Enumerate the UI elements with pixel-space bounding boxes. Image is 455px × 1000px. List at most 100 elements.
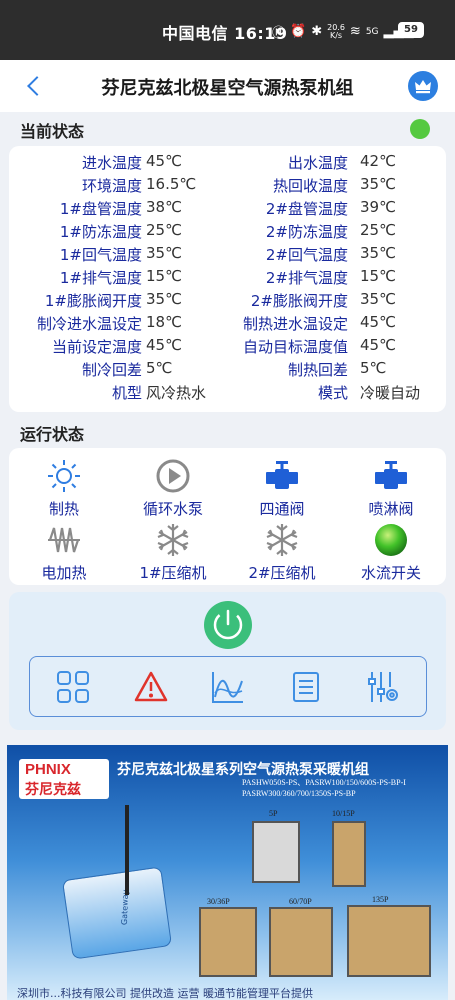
spray-valve-icon bbox=[373, 458, 409, 494]
param-row: 1#盘管温度 38℃ 2#盘管温度 39℃ bbox=[9, 198, 446, 221]
param-value: 35℃ bbox=[360, 290, 396, 308]
banner-title: 芬尼克兹北极星系列空气源热泵采暖机组 bbox=[117, 762, 369, 778]
carrier-time: 中国电信 16:19 bbox=[162, 20, 288, 44]
param-row: 1#防冻温度 25℃ 2#防冻温度 25℃ bbox=[9, 221, 446, 244]
param-value: 42℃ bbox=[360, 152, 396, 170]
param-value: 45℃ bbox=[360, 336, 396, 354]
sun-icon bbox=[46, 458, 82, 494]
run-item-label: 循环水泵 bbox=[142, 500, 203, 518]
wifi-icon: ≋ bbox=[349, 24, 361, 39]
unit-image bbox=[252, 821, 300, 883]
network-speed: 20.6 K/s bbox=[327, 22, 345, 40]
alarm-icon[interactable] bbox=[133, 669, 169, 705]
section-title-current-status: 当前状态 bbox=[20, 122, 85, 141]
param-label: 模式 bbox=[317, 384, 348, 402]
param-label: 1#防冻温度 bbox=[59, 223, 142, 241]
unit-image bbox=[199, 907, 257, 977]
run-item-four-way-valve: 四通阀 bbox=[232, 458, 332, 519]
param-value: 冷暖自动 bbox=[360, 384, 421, 402]
alarm-clock-icon: ⏰ bbox=[290, 24, 307, 39]
run-item-compressor-2: 2#压缩机 bbox=[232, 522, 332, 583]
param-value: 38℃ bbox=[146, 198, 182, 216]
run-item-label: 喷淋阀 bbox=[368, 500, 414, 518]
param-label: 制冷进水温设定 bbox=[36, 315, 142, 333]
snowflake-icon bbox=[155, 522, 191, 558]
param-row: 机型 风冷热水 模式 冷暖自动 bbox=[9, 382, 446, 405]
battery-indicator: 59 bbox=[398, 22, 424, 38]
param-value: 25℃ bbox=[146, 221, 182, 239]
online-status-indicator bbox=[410, 119, 430, 139]
param-label: 制冷回差 bbox=[81, 361, 142, 379]
unit-label: 30/36P bbox=[207, 897, 230, 906]
param-value: 风冷热水 bbox=[146, 384, 207, 402]
param-label: 热回收温度 bbox=[272, 177, 348, 195]
unit-label: 5P bbox=[269, 809, 278, 818]
unit-image bbox=[347, 905, 431, 977]
param-label: 2#防冻温度 bbox=[265, 223, 348, 241]
param-label: 环境温度 bbox=[81, 177, 142, 195]
status-icons: Ⓝ ⏰ ✱ 20.6 K/s ≋ 5G ▂▄▆ bbox=[272, 22, 414, 41]
run-item-label: 电加热 bbox=[41, 564, 87, 582]
param-label: 1#回气温度 bbox=[59, 246, 142, 264]
param-row: 制冷进水温设定 18℃ 制热进水温设定 45℃ bbox=[9, 313, 446, 336]
param-value: 16.5℃ bbox=[146, 175, 197, 193]
param-label: 制热进水温设定 bbox=[242, 315, 348, 333]
param-label: 当前设定温度 bbox=[51, 338, 142, 356]
run-item-compressor-1: 1#压缩机 bbox=[123, 522, 223, 583]
control-panel bbox=[9, 592, 446, 730]
run-status-card: 制热 循环水泵 四通阀 喷淋阀 电加热 1#压缩机 2#压缩机 水流开关 bbox=[9, 448, 446, 585]
param-label: 2#膨胀阀开度 bbox=[250, 292, 348, 310]
param-value: 15℃ bbox=[146, 267, 182, 285]
param-row: 1#排气温度 15℃ 2#排气温度 15℃ bbox=[9, 267, 446, 290]
param-value: 45℃ bbox=[146, 152, 182, 170]
unit-image bbox=[332, 821, 366, 887]
run-item-pump: 循环水泵 bbox=[123, 458, 223, 519]
param-row: 1#回气温度 35℃ 2#回气温度 35℃ bbox=[9, 244, 446, 267]
crown-icon[interactable] bbox=[408, 71, 438, 101]
param-value: 18℃ bbox=[146, 313, 182, 331]
unit-label: 135P bbox=[372, 895, 389, 904]
heater-icon bbox=[46, 522, 82, 558]
current-status-card: 进水温度 45℃ 出水温度 42℃ 环境温度 16.5℃ 热回收温度 35℃ 1… bbox=[9, 146, 446, 412]
param-label: 2#回气温度 bbox=[265, 246, 348, 264]
unit-label: 10/15P bbox=[332, 809, 355, 818]
antenna-image bbox=[125, 805, 129, 895]
run-item-heating: 制热 bbox=[14, 458, 114, 519]
product-banner[interactable]: PHNIX 芬尼克兹 芬尼克兹北极星系列空气源热泵采暖机组 PASHW050S-… bbox=[7, 745, 448, 1000]
bluetooth-icon: ✱ bbox=[311, 24, 323, 39]
param-label: 自动目标温度值 bbox=[242, 338, 348, 356]
param-value: 35℃ bbox=[360, 175, 396, 193]
app-header: 芬尼克兹北极星空气源热泵机组 bbox=[0, 60, 455, 112]
param-row: 当前设定温度 45℃ 自动目标温度值 45℃ bbox=[9, 336, 446, 359]
param-value: 5℃ bbox=[360, 359, 387, 377]
param-row: 1#膨胀阀开度 35℃ 2#膨胀阀开度 35℃ bbox=[9, 290, 446, 313]
param-value: 45℃ bbox=[146, 336, 182, 354]
param-label: 2#盘管温度 bbox=[265, 200, 348, 218]
nfc-icon: Ⓝ bbox=[272, 26, 286, 41]
section-title-run-status: 运行状态 bbox=[20, 425, 85, 444]
run-item-label: 水流开关 bbox=[360, 564, 421, 582]
param-label: 1#膨胀阀开度 bbox=[44, 292, 142, 310]
power-icon[interactable] bbox=[204, 601, 252, 649]
param-row: 制冷回差 5℃ 制热回差 5℃ bbox=[9, 359, 446, 382]
grid-icon[interactable] bbox=[55, 669, 91, 705]
param-label: 2#排气温度 bbox=[265, 269, 348, 287]
run-item-water-flow-switch: 水流开关 bbox=[341, 522, 441, 583]
settings-sliders-icon[interactable] bbox=[365, 669, 401, 705]
banner-footer: 深圳市...科技有限公司 提供改造 运营 暖通节能管理平台提供 bbox=[17, 987, 313, 1000]
param-value: 15℃ bbox=[360, 267, 396, 285]
param-row: 进水温度 45℃ 出水温度 42℃ bbox=[9, 152, 446, 175]
param-label: 1#排气温度 bbox=[59, 269, 142, 287]
run-item-spray-valve: 喷淋阀 bbox=[341, 458, 441, 519]
list-icon[interactable] bbox=[288, 669, 324, 705]
param-label: 出水温度 bbox=[287, 154, 348, 172]
brand-logo: PHNIX 芬尼克兹 bbox=[19, 759, 109, 799]
run-item-label: 2#压缩机 bbox=[248, 564, 316, 582]
system-status-bar: 中国电信 16:19 Ⓝ ⏰ ✱ 20.6 K/s ≋ 5G ▂▄▆ 59 bbox=[0, 0, 455, 60]
param-value: 35℃ bbox=[360, 244, 396, 262]
param-row: 环境温度 16.5℃ 热回收温度 35℃ bbox=[9, 175, 446, 198]
page-title: 芬尼克兹北极星空气源热泵机组 bbox=[101, 78, 354, 99]
param-value: 5℃ bbox=[146, 359, 173, 377]
param-value: 39℃ bbox=[360, 198, 396, 216]
chart-icon[interactable] bbox=[210, 669, 246, 705]
